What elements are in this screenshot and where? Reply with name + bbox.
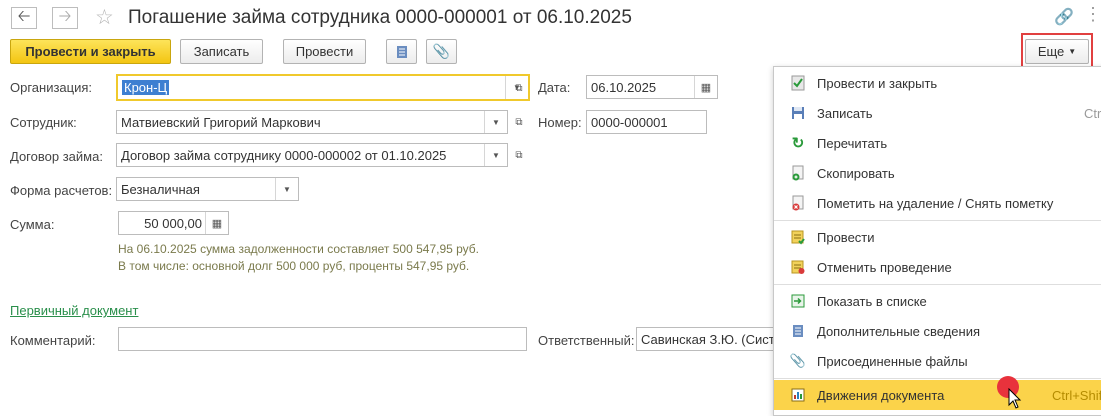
sum-value: 50 000,00: [144, 215, 202, 231]
contract-label: Договор займа:: [10, 149, 103, 164]
number-value: 0000-000001: [591, 114, 668, 130]
comment-label: Комментарий:: [10, 333, 96, 348]
attachments-button[interactable]: 📎: [426, 39, 457, 64]
menu-item-mark-delete[interactable]: Пометить на удаление / Снять пометку: [774, 188, 1101, 218]
more-button[interactable]: Еще ▼: [1025, 39, 1089, 64]
document-list-icon: [790, 323, 806, 339]
post-document-icon: [790, 229, 806, 245]
comment-field[interactable]: [118, 327, 527, 351]
contract-field[interactable]: Договор займа сотруднику 0000-000002 от …: [116, 143, 508, 167]
menu-item-label: Записать: [817, 105, 873, 121]
arrow-right-icon: 🡢: [58, 7, 72, 25]
more-button-label: Еще: [1037, 44, 1065, 59]
employee-value: Матвиевский Григорий Маркович: [121, 114, 321, 130]
mouse-cursor-icon: [1008, 388, 1022, 409]
movements-report-icon: [790, 387, 806, 403]
menu-item-document-movements[interactable]: Движения документа Ctrl+Shift: [774, 380, 1101, 410]
copy-icon: [790, 165, 806, 181]
number-field[interactable]: 0000-000001: [586, 110, 707, 134]
menu-item-additional-info[interactable]: Дополнительные сведения: [774, 316, 1101, 346]
unpost-document-icon: [790, 259, 806, 275]
menu-item-shortcut: Ctrl+Shift: [1052, 387, 1101, 403]
date-label: Дата:: [538, 80, 571, 95]
number-label: Номер:: [538, 115, 582, 130]
menu-separator: [774, 378, 1101, 379]
menu-item-label: Скопировать: [817, 165, 895, 181]
more-vertical-icon[interactable]: ⋮: [1084, 4, 1101, 25]
post-button[interactable]: Провести: [283, 39, 366, 64]
date-value: 06.10.2025: [591, 79, 657, 95]
payment-value: Безналичная: [121, 181, 200, 197]
employee-open-icon[interactable]: ⧉: [510, 113, 528, 131]
org-label: Организация:: [10, 80, 93, 95]
delete-mark-icon: [790, 195, 806, 211]
menu-item-unpost[interactable]: Отменить проведение: [774, 252, 1101, 282]
responsible-value: Савинская З.Ю. (Сист: [641, 331, 775, 347]
menu-separator: [774, 220, 1101, 221]
arrow-left-icon: 🡠: [17, 7, 31, 25]
menu-item-label: Провести и закрыть: [817, 75, 938, 91]
show-in-list-icon: [790, 293, 806, 309]
org-value: Крон-Ц: [122, 80, 170, 95]
refresh-icon: ↻: [791, 135, 805, 152]
document-list-icon: [396, 45, 407, 58]
calculator-icon[interactable]: ▦: [205, 212, 228, 234]
menu-item-show-in-list[interactable]: Показать в списке: [774, 286, 1101, 316]
contract-open-icon[interactable]: ⧉: [510, 146, 528, 164]
employee-dropdown-icon[interactable]: ▼: [484, 111, 507, 133]
menu-item-label: Перечитать: [817, 135, 888, 151]
payment-field[interactable]: Безналичная ▼: [116, 177, 299, 201]
menu-item-label: Дополнительные сведения: [817, 323, 981, 339]
employee-label: Сотрудник:: [10, 115, 77, 130]
save-button[interactable]: Записать: [180, 39, 263, 64]
contract-dropdown-icon[interactable]: ▼: [484, 144, 507, 166]
menu-item-label: Присоединенные файлы: [817, 353, 968, 369]
link-icon[interactable]: 🔗: [1054, 7, 1074, 27]
chevron-down-icon: ▼: [1068, 47, 1077, 56]
menu-item-attached-files[interactable]: 📎 Присоединенные файлы: [774, 346, 1101, 376]
page-title: Погашение займа сотрудника 0000-000001 о…: [128, 7, 632, 28]
employee-field[interactable]: Матвиевский Григорий Маркович ▼: [116, 110, 508, 134]
favorite-star-icon[interactable]: ☆: [95, 5, 114, 30]
menu-item-post-close[interactable]: Провести и закрыть: [774, 68, 1101, 98]
debt-hint-line1: На 06.10.2025 сумма задолженности состав…: [118, 242, 480, 256]
sum-label: Сумма:: [10, 217, 55, 232]
post-close-icon: [790, 75, 806, 91]
responsible-label: Ответственный:: [538, 333, 635, 348]
menu-separator: [774, 284, 1101, 285]
menu-item-copy[interactable]: Скопировать: [774, 158, 1101, 188]
menu-item-label: Пометить на удаление / Снять пометку: [817, 195, 1054, 211]
contract-value: Договор займа сотруднику 0000-000002 от …: [121, 147, 447, 163]
paperclip-icon: 📎: [432, 43, 451, 59]
paperclip-icon: 📎: [789, 353, 807, 368]
org-open-icon[interactable]: ⧉: [510, 79, 528, 97]
debt-hint-line2: В том числе: основной долг 500 000 руб, …: [118, 259, 470, 273]
post-and-close-button[interactable]: Провести и закрыть: [10, 39, 171, 64]
sum-field[interactable]: 50 000,00 ▦: [118, 211, 229, 235]
menu-item-label: Показать в списке: [817, 293, 927, 309]
primary-document-link[interactable]: Первичный документ: [10, 303, 138, 318]
back-button[interactable]: 🡠: [11, 7, 37, 29]
more-menu: Провести и закрыть Записать Ctr ↻ Перечи…: [773, 66, 1101, 416]
payment-label: Форма расчетов:: [10, 183, 113, 198]
forward-button[interactable]: 🡢: [52, 7, 78, 29]
menu-item-label: Движения документа: [817, 387, 945, 403]
floppy-disk-icon: [790, 105, 806, 121]
menu-item-label: Отменить проведение: [817, 259, 952, 275]
date-field[interactable]: 06.10.2025 ▦: [586, 75, 718, 99]
menu-item-reread[interactable]: ↻ Перечитать: [774, 128, 1101, 158]
menu-item-post[interactable]: Провести: [774, 222, 1101, 252]
menu-item-shortcut: Ctr: [1084, 105, 1101, 121]
payment-dropdown-icon[interactable]: ▼: [275, 178, 298, 200]
menu-item-save[interactable]: Записать Ctr: [774, 98, 1101, 128]
report-button[interactable]: [386, 39, 417, 64]
menu-item-label: Провести: [817, 229, 875, 245]
responsible-field[interactable]: Савинская З.Ю. (Сист: [636, 327, 786, 351]
calendar-icon[interactable]: ▦: [694, 76, 717, 98]
org-field[interactable]: Крон-Ц ▼: [116, 74, 530, 101]
